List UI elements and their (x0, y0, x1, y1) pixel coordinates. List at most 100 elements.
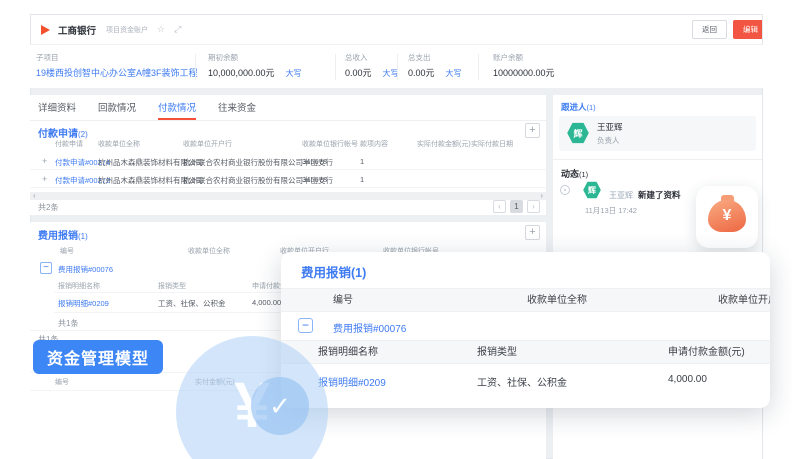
cell-content: 1 (360, 175, 364, 184)
expand-row-icon[interactable]: + (42, 156, 47, 166)
overlay-title: 费用报销(1) (301, 262, 366, 281)
overlay-subheader-row: 报销明细名称 报销类型 申请付款金额(元) (281, 340, 770, 364)
col-header: 报销明细名称 (318, 341, 378, 365)
activity-entry[interactable]: 王亚辉新建了资料 (609, 185, 681, 203)
expense-overlay-panel: 费用报销(1) 编号 收款单位全称 收款单位开户行 − 费用报销#00076 报… (281, 252, 770, 408)
col-header: 收款单位全称 (188, 246, 230, 256)
back-button[interactable]: 返回 (692, 20, 727, 39)
star-icon[interactable]: ☆ (157, 24, 165, 35)
collapse-row-icon[interactable]: − (298, 318, 313, 333)
app-window: 工商银行 项目资金账户 ☆ ⤢ 返回 编辑 子项目 19楼西投创智中心办公室A幢… (0, 0, 792, 459)
col-header: 报销类型 (158, 281, 186, 291)
brand-arrow-icon (41, 25, 50, 35)
table-row[interactable]: + 付款申请#00274 杭州品木森鼎装饰材料有限公司 杭州联合农村商业银行股份… (30, 152, 546, 170)
divider (397, 54, 398, 80)
add-expense-button[interactable]: + (525, 225, 540, 240)
record-type-label: 项目资金账户 (106, 25, 148, 35)
overlay-expense-link[interactable]: 费用报销#00076 (333, 320, 406, 335)
col-header: 编号 (55, 377, 69, 387)
field-label-subproject: 子项目 (36, 52, 59, 63)
avatar: 辉 (583, 181, 601, 199)
edit-button[interactable]: 编辑 (733, 20, 763, 39)
field-label-total-expense: 总支出 (408, 52, 431, 63)
next-page-button[interactable]: › (527, 200, 540, 213)
divider (195, 54, 196, 80)
money-bag-card[interactable]: ¥ (696, 186, 758, 248)
tab-transactions[interactable]: 往来资金 (218, 95, 256, 120)
collapse-row-icon[interactable]: − (40, 262, 52, 274)
check-glyph: ✓ (269, 391, 291, 422)
overlay-cell-type: 工资、社保、公积金 (477, 374, 567, 389)
col-header: 款项内容 (360, 139, 388, 149)
divider (553, 159, 762, 160)
activity-time: 11月13日 17:42 (585, 205, 637, 216)
overlay-header-row: 编号 收款单位全称 收款单位开户行 (281, 288, 770, 312)
field-label-account-balance: 账户余额 (493, 52, 523, 63)
expand-row-icon[interactable]: + (42, 174, 47, 184)
cell-expense-type: 工资、社保、公积金 (158, 298, 226, 309)
followers-title: 跟进人(1) (561, 101, 596, 113)
page-number[interactable]: 1 (510, 200, 523, 213)
table-row[interactable]: + 付款申请#00272 杭州品木森鼎装饰材料有限公司 杭州联合农村商业银行股份… (30, 170, 546, 188)
capitalize-link[interactable]: 大写 (446, 69, 462, 78)
page-title: 工商银行 (58, 23, 96, 37)
col-header: 收款单位开户行 (183, 139, 232, 149)
inner-total-count: 共1条 (58, 318, 78, 329)
tab-receipts[interactable]: 回款情况 (98, 95, 136, 120)
add-payment-button[interactable]: + (525, 123, 540, 138)
total-count: 共2条 (38, 202, 58, 213)
field-value-account-balance: 10000000.00元 (493, 66, 555, 79)
field-label-opening-balance: 期初余额 (208, 52, 238, 63)
col-header: 付款申请 (55, 139, 83, 149)
col-header: 收款单位银行帐号 (302, 139, 358, 149)
cell-account: 345678 (302, 175, 327, 184)
cell-account: 345678 (302, 157, 327, 166)
expense-section-title: 费用报销(1) (38, 227, 88, 242)
field-value-total-expense: 0.00元大写 (408, 66, 462, 79)
field-value-subproject[interactable]: 19楼西投创智中心办公室A幢3F装饰工程 (36, 66, 198, 79)
payment-panel: 详细资料 回款情况 付款情况 往来资金 付款申请(2) + 付款申请 收款单位全… (30, 95, 546, 215)
col-header: 实际付款金额(元) (417, 139, 471, 149)
activity-title: 动态(1) (561, 167, 588, 180)
col-header: 申请付款金额(元) (668, 341, 745, 365)
expense-detail-link[interactable]: 报销明细#0209 (58, 298, 109, 309)
cell-amount: 4,000.00 (252, 298, 281, 307)
col-header: 编号 (333, 289, 353, 313)
col-header: 收款单位全称 (98, 139, 140, 149)
scroll-right-icon[interactable]: › (540, 192, 543, 200)
col-header: 收款单位全称 (527, 289, 587, 313)
field-value-total-income: 0.00元大写 (345, 66, 399, 79)
model-badge: 资金管理模型 (33, 340, 163, 374)
col-header: 收款单位开户行 (718, 289, 770, 313)
summary-row: 子项目 19楼西投创智中心办公室A幢3F装饰工程 期初余额 10,000,000… (30, 45, 763, 88)
col-header: 编号 (60, 246, 74, 256)
expand-icon[interactable]: ⤢ (174, 24, 181, 35)
pagination: ‹ 1 › (493, 200, 540, 213)
tab-payments[interactable]: 付款情况 (158, 95, 196, 120)
follower-card[interactable]: 辉 王亚辉 负责人 (559, 116, 756, 151)
col-header: 报销明细名称 (58, 281, 100, 291)
capitalize-link[interactable]: 大写 (286, 69, 302, 78)
avatar: 辉 (567, 122, 589, 144)
yuan-icon: ¥ (723, 207, 732, 225)
field-value-opening-balance: 10,000,000.00元大写 (208, 66, 302, 79)
col-header: 实际付款日期 (471, 139, 513, 149)
expense-link[interactable]: 费用报销#00076 (58, 264, 113, 275)
clock-icon (560, 185, 570, 195)
tab-details[interactable]: 详细资料 (38, 95, 76, 120)
tab-bar: 详细资料 回款情况 付款情况 往来资金 (30, 95, 546, 121)
prev-page-button[interactable]: ‹ (493, 200, 506, 213)
divider (478, 54, 479, 80)
overlay-detail-link[interactable]: 报销明细#0209 (318, 374, 386, 389)
check-watermark-icon: ✓ (251, 377, 309, 435)
horizontal-scrollbar[interactable]: ‹ › (30, 192, 546, 200)
scroll-left-icon[interactable]: ‹ (33, 192, 36, 200)
field-label-total-income: 总收入 (345, 52, 368, 63)
divider (335, 54, 336, 80)
overlay-cell-amount: 4,000.00 (668, 374, 707, 385)
money-bag-icon: ¥ (708, 200, 746, 232)
follower-name: 王亚辉 (597, 121, 623, 133)
follower-role: 负责人 (597, 135, 620, 146)
cell-content: 1 (360, 157, 364, 166)
col-header: 报销类型 (477, 341, 517, 365)
